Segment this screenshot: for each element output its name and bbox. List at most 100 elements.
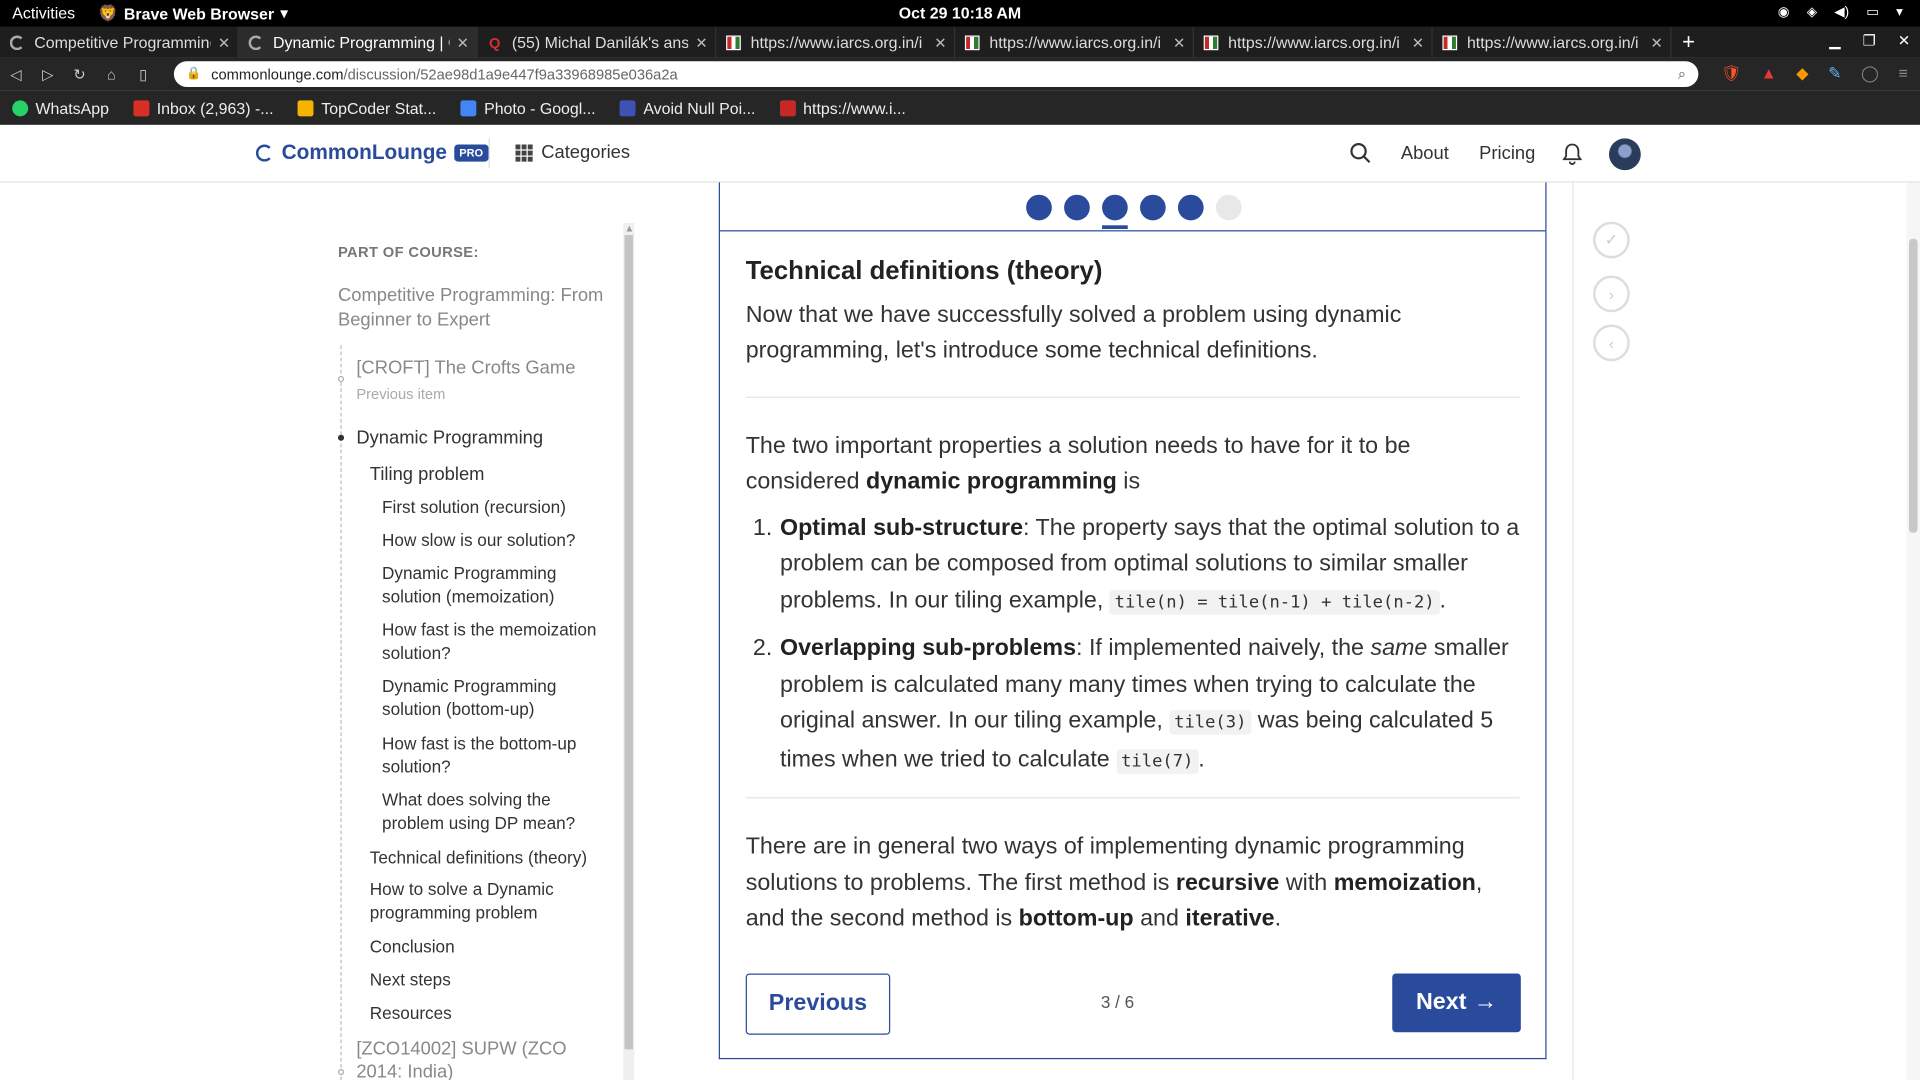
sidebar-item-tiling-problem[interactable]: Tiling problem [370, 463, 485, 486]
commonlounge-logo[interactable]: CommonLounge PRO [255, 140, 489, 165]
bookmark-whatsapp[interactable]: WhatsApp [12, 99, 109, 117]
progress-step-3-current[interactable] [1102, 194, 1128, 229]
iarcs-favicon-icon [964, 34, 980, 50]
progress-step-2[interactable] [1064, 194, 1090, 221]
close-tab-icon[interactable]: ✕ [1412, 34, 1424, 51]
system-tray[interactable]: ◉ ◈ ◀) ▭ ▾ [1778, 4, 1903, 20]
progress-step-5[interactable] [1177, 194, 1204, 221]
sidebar-item-technical-definitions[interactable]: Technical definitions (theory) [370, 846, 587, 869]
code-snippet: tile(3) [1169, 710, 1252, 735]
page-scroll-thumb[interactable] [1908, 238, 1918, 533]
sidebar-item-conclusion[interactable]: Conclusion [370, 936, 455, 959]
tab[interactable]: Q (55) Michal Danilák's answ ✕ [478, 26, 717, 58]
pen-extension-icon[interactable]: ✎ [1828, 64, 1841, 84]
previous-item-link[interactable]: [CROFT] The Crofts Game [356, 356, 575, 379]
home-icon[interactable]: ⌂ [96, 66, 128, 83]
close-tab-icon[interactable]: ✕ [695, 34, 707, 51]
close-tab-icon[interactable]: ✕ [218, 34, 230, 51]
bookmark-photo[interactable]: Photo - Googl... [460, 99, 596, 117]
reload-icon[interactable]: ↻ [64, 66, 96, 83]
close-tab-icon[interactable]: ✕ [934, 34, 946, 51]
close-tab-icon[interactable]: ✕ [457, 34, 469, 51]
brave-rewards-icon[interactable]: ▲ [1761, 64, 1777, 84]
tab[interactable]: https://www.iarcs.org.in/i ✕ [716, 26, 956, 58]
tab-title: Competitive Programming [34, 33, 211, 52]
about-link[interactable]: About [1401, 143, 1449, 164]
maximize-icon[interactable]: ❐ [1863, 32, 1876, 49]
sidebar-item-next-steps[interactable]: Next steps [370, 969, 451, 992]
sidebar-item-how-to-solve[interactable]: How to solve a Dynamic programming probl… [370, 878, 578, 925]
avatar[interactable] [1608, 138, 1641, 171]
sidebar-item-bottom-up[interactable]: Dynamic Programming solution (bottom-up) [382, 675, 590, 722]
sidebar-scrollbar[interactable]: ▲ [623, 222, 635, 1080]
sidebar-item-memoization-speed[interactable]: How fast is the memoization solution? [382, 618, 602, 665]
sidebar-item-memoization[interactable]: Dynamic Programming solution (memoizatio… [382, 562, 590, 609]
search-icon[interactable] [1349, 142, 1371, 170]
menu-icon[interactable]: ≡ [1898, 64, 1907, 84]
next-button-label: Next [1416, 989, 1467, 1016]
check-icon[interactable]: ✓ [1593, 221, 1630, 259]
loading-favicon-icon [9, 34, 25, 50]
bookmarks-bar: WhatsApp Inbox (2,963) -... TopCoder Sta… [0, 90, 1920, 125]
app-menu[interactable]: 🦁 Brave Web Browser ▾ [98, 4, 288, 24]
power-menu-icon: ▾ [1896, 4, 1903, 20]
bold-text: memoization [1333, 870, 1476, 896]
close-window-icon[interactable]: ✕ [1898, 32, 1910, 49]
tab-active[interactable]: Dynamic Programming | Co ✕ [238, 26, 478, 58]
bookmark-avoid-null[interactable]: Avoid Null Poi... [620, 99, 755, 117]
back-icon[interactable]: ◁ [0, 66, 32, 83]
url-host: commonlounge.com [211, 65, 344, 83]
bell-icon[interactable] [1561, 142, 1583, 171]
scroll-up-icon[interactable]: ▲ [624, 223, 634, 234]
minimize-icon[interactable]: ▁ [1829, 32, 1840, 49]
tab[interactable]: https://www.iarcs.org.in/i ✕ [1433, 26, 1672, 58]
previous-button[interactable]: Previous [745, 973, 891, 1035]
categories-menu[interactable]: Categories [515, 142, 630, 163]
tab-title: https://www.iarcs.org.in/i [989, 33, 1162, 52]
text: with [1279, 870, 1334, 896]
bookmark-inbox[interactable]: Inbox (2,963) -... [133, 99, 274, 117]
close-tab-icon[interactable]: ✕ [1651, 34, 1663, 51]
bookmark-topcoder[interactable]: TopCoder Stat... [298, 99, 436, 117]
extension-icon[interactable]: ◆ [1796, 64, 1808, 84]
sidebar-item-bottom-up-speed[interactable]: How fast is the bottom-up solution? [382, 732, 590, 779]
sidebar-item-dynamic-programming[interactable]: Dynamic Programming [356, 426, 543, 449]
next-button[interactable]: Next → [1392, 973, 1521, 1033]
sidebar-item-dp-meaning[interactable]: What does solving the problem using DP m… [382, 789, 590, 836]
sidebar-item-resources[interactable]: Resources [370, 1002, 452, 1025]
article-heading: Technical definitions (theory) [745, 257, 1103, 286]
progress-step-6[interactable] [1215, 194, 1242, 221]
bookmark-icon[interactable]: ▯ [127, 66, 159, 83]
forward-icon[interactable]: ▷ [32, 66, 64, 83]
tab[interactable]: Competitive Programming ✕ [0, 26, 239, 58]
course-title-link[interactable]: Competitive Programming: From Beginner t… [338, 284, 607, 333]
tab-title: https://www.iarcs.org.in/i [750, 33, 923, 52]
logo-text: CommonLounge [281, 140, 447, 165]
sidebar-scroll-thumb[interactable] [624, 235, 634, 1050]
sidebar-item-how-slow[interactable]: How slow is our solution? [382, 529, 590, 552]
progress-step-1[interactable] [1026, 194, 1052, 221]
profile-icon[interactable]: ◯ [1861, 64, 1879, 84]
chevron-right-icon[interactable]: › [1593, 275, 1630, 313]
address-bar[interactable]: 🔒 commonlounge.com/discussion/52ae98d1a9… [173, 61, 1699, 87]
page-scrollbar[interactable] [1906, 182, 1920, 1080]
chevron-left-icon[interactable]: ‹ [1593, 324, 1630, 362]
next-item-link[interactable]: [ZCO14002] SUPW (ZCO 2014: India) [356, 1037, 607, 1080]
pricing-link[interactable]: Pricing [1479, 143, 1535, 164]
text: : If implemented naively, the [1076, 635, 1371, 662]
pro-badge: PRO [454, 144, 489, 162]
lock-icon[interactable]: 🔒 [186, 67, 201, 80]
tab-title: Dynamic Programming | Co [273, 33, 450, 52]
brave-shields-icon[interactable]: 🛡 [1721, 64, 1741, 84]
screen: Activities 🦁 Brave Web Browser ▾ Oct 29 … [0, 0, 1920, 1080]
bookmark-iarcs[interactable]: https://www.i... [779, 99, 906, 117]
close-tab-icon[interactable]: ✕ [1173, 34, 1185, 51]
progress-step-4[interactable] [1140, 194, 1166, 221]
activities-button[interactable]: Activities [12, 4, 75, 22]
tab[interactable]: https://www.iarcs.org.in/i ✕ [1194, 26, 1433, 58]
zoom-icon[interactable]: ⌕ [1678, 65, 1686, 83]
new-tab-button[interactable]: + [1671, 27, 1705, 58]
tab[interactable]: https://www.iarcs.org.in/i ✕ [955, 26, 1194, 58]
bookmark-label: Avoid Null Poi... [643, 98, 756, 117]
sidebar-item-first-solution[interactable]: First solution (recursion) [382, 496, 590, 519]
